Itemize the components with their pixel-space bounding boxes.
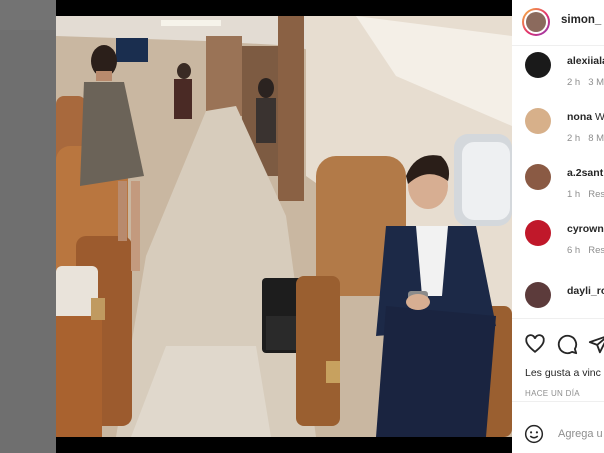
comment-text: nona W <box>567 111 604 123</box>
post-media <box>56 0 512 453</box>
background-overlay <box>0 0 56 453</box>
comment-meta: 2 h 3 M <box>567 77 604 88</box>
comment-reply[interactable]: Res <box>588 189 604 200</box>
comment-time: 6 h <box>567 245 581 256</box>
commenter-username[interactable]: dayli_ro <box>567 285 604 297</box>
comment-text: dayli_ro <box>567 285 604 297</box>
emoji-icon[interactable] <box>524 424 544 444</box>
jet-cabin-photo <box>56 16 512 437</box>
post-header: simon_ <box>512 0 604 46</box>
commenter-username[interactable]: cyrown <box>567 223 604 235</box>
author-username[interactable]: simon_ <box>561 14 601 26</box>
commenter-username[interactable]: nona <box>567 111 592 123</box>
comment-item: cyrown 6 h Res <box>512 214 604 270</box>
comment-item: dayli_ro <box>512 270 604 318</box>
comment-text: alexiiala <box>567 55 604 67</box>
comment-likes[interactable]: 3 M <box>588 77 604 88</box>
commenter-avatar[interactable] <box>525 52 551 78</box>
comment-meta: 6 h Res <box>567 245 604 256</box>
post-side-panel: simon_ alexiiala 2 h 3 M nona W 2 h 8 M a.… <box>512 0 604 453</box>
post-modal: simon_ alexiiala 2 h 3 M nona W 2 h 8 M a.… <box>56 0 604 453</box>
comments-list: alexiiala 2 h 3 M nona W 2 h 8 M a.2sant 1… <box>512 46 604 318</box>
comment-meta: 2 h 8 M <box>567 133 604 144</box>
comment-time: 2 h <box>567 133 581 144</box>
comment-meta: 1 h Res <box>567 189 604 200</box>
likes-summary[interactable]: Les gusta a vinc <box>525 367 601 379</box>
comment-time: 1 h <box>567 189 581 200</box>
commenter-avatar[interactable] <box>525 164 551 190</box>
add-comment-bar: Agrega u <box>512 401 604 453</box>
post-photo[interactable] <box>56 16 512 437</box>
comment-item: a.2sant 1 h Res <box>512 158 604 214</box>
commenter-avatar[interactable] <box>525 220 551 246</box>
comment-body: W <box>595 111 604 123</box>
comment-reply[interactable]: Res <box>588 245 604 256</box>
post-date: HACE UN DÍA <box>525 389 580 398</box>
commenter-username[interactable]: alexiiala <box>567 55 604 67</box>
commenter-avatar[interactable] <box>525 282 551 308</box>
commenter-avatar[interactable] <box>525 108 551 134</box>
commenter-username[interactable]: a.2sant <box>567 167 603 179</box>
comment-time: 2 h <box>567 77 581 88</box>
comment-item: alexiiala 2 h 3 M <box>512 46 604 102</box>
comment-likes[interactable]: 8 M <box>588 133 604 144</box>
background-strip <box>0 0 56 30</box>
share-icon[interactable] <box>588 333 604 355</box>
heart-icon[interactable] <box>524 333 546 355</box>
author-avatar[interactable] <box>522 8 550 36</box>
comment-text: cyrown <box>567 223 604 235</box>
comment-icon[interactable] <box>556 333 578 355</box>
comment-item: nona W 2 h 8 M <box>512 102 604 158</box>
comment-input[interactable]: Agrega u <box>558 428 603 440</box>
comment-text: a.2sant <box>567 167 603 179</box>
